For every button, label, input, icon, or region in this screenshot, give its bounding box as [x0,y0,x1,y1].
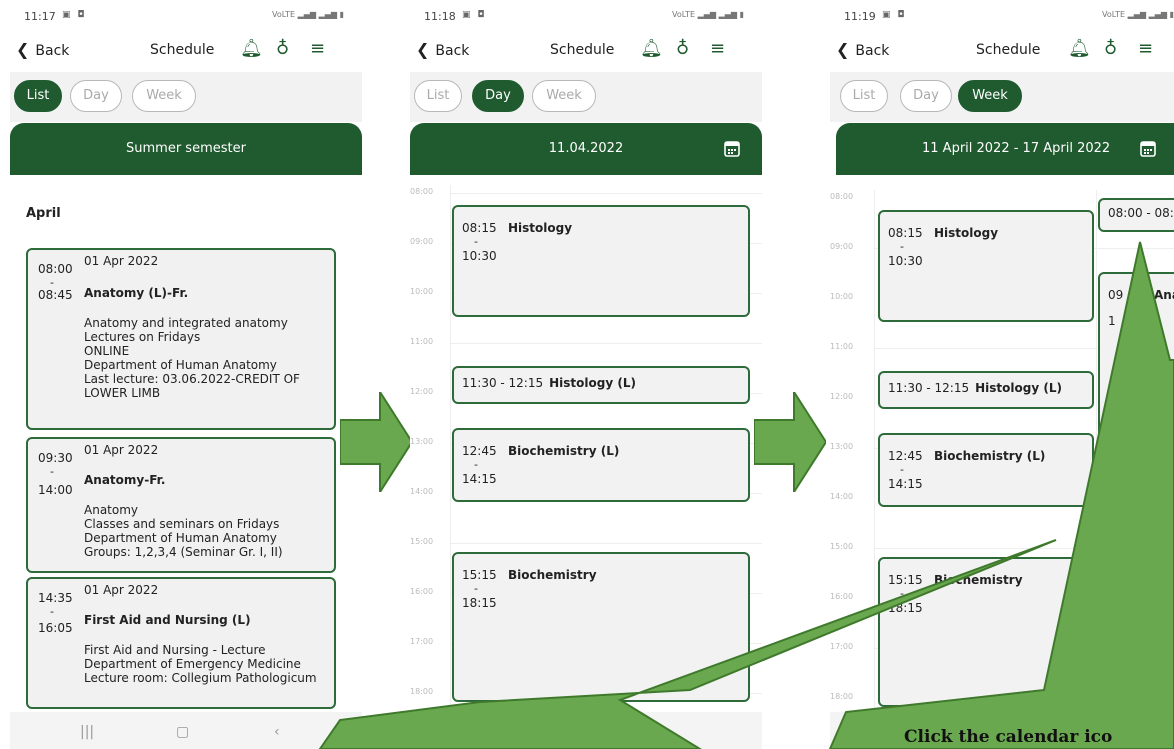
callout-text: Click the calendar ico [904,727,1113,747]
callout-shapes [318,241,1174,749]
callout-bubble-right [828,241,1174,749]
